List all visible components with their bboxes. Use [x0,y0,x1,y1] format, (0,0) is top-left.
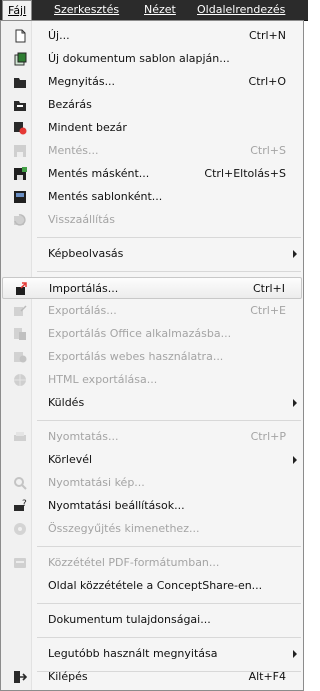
menu-item-print[interactable]: Nyomtatás... Ctrl+P [2,426,302,448]
menu-separator [37,237,301,238]
menu-item-label: Küldés [48,396,85,409]
export-office-icon [14,328,26,340]
new-document-icon [15,29,26,43]
save-icon [14,145,26,157]
menu-item-close[interactable]: Bezárás [2,94,302,116]
submenu-arrow-icon [293,650,297,658]
menu-item-label: Dokumentum tulajdonságai... [48,613,211,626]
menu-edit[interactable]: Szerkesztés [54,0,119,20]
menu-item-label: Megnyitás... [48,75,116,88]
menu-separator [37,603,301,604]
menu-item-print-preview[interactable]: Nyomtatási kép... [2,472,302,494]
menu-item-scan[interactable]: Képbeolvasás [2,243,302,265]
close-document-icon [14,101,26,111]
export-icon [14,305,27,316]
file-menu-dropdown: Új... Ctrl+N Új dokumentum sablon alapjá… [0,20,304,691]
menu-item-label: Mentés sablonként... [48,190,163,203]
publish-pdf-icon [14,558,26,568]
menu-item-label: Exportálás... [48,304,117,317]
menu-view[interactable]: Nézet [144,0,176,20]
menu-item-shortcut: Ctrl+S [250,144,286,157]
export-html-icon [14,374,26,386]
menu-bar: Fájl Szerkesztés Nézet Oldalelrendezés [0,0,308,21]
menu-item-label: Mindent bezár [48,121,127,134]
menu-item-publish-conceptshare[interactable]: Oldal közzététele a ConceptShare-en... [2,575,302,597]
menu-item-send[interactable]: Küldés [2,392,302,414]
menu-item-label: Nyomtatási beállítások... [48,499,185,512]
menu-item-label: Új dokumentum sablon alapján... [48,52,230,65]
menu-item-document-properties[interactable]: Dokumentum tulajdonságai... [2,609,302,631]
menu-file[interactable]: Fájl [2,0,33,20]
exit-icon [14,671,27,683]
menu-item-label: Bezárás [48,98,92,111]
new-from-template-icon [14,52,27,66]
menu-item-label: Kilépés [48,670,88,683]
revert-icon [14,214,26,226]
menu-item-label: Exportálás webes használatra... [48,350,224,363]
menu-item-label: Mentés másként... [48,167,150,180]
menu-item-import[interactable]: Importálás... Ctrl+I [2,277,302,299]
export-web-icon [14,352,27,363]
submenu-arrow-icon [293,399,297,407]
menu-item-open[interactable]: Megnyitás... Ctrl+O [2,71,302,93]
menu-item-shortcut: Ctrl+O [248,75,286,88]
save-as-icon [14,167,27,180]
collect-output-icon [14,523,26,535]
menu-item-collect-output[interactable]: Összegyűjtés kimenethez... [2,518,302,540]
menu-separator [37,546,301,547]
menu-item-export[interactable]: Exportálás... Ctrl+E [2,300,302,322]
menu-item-publish-pdf[interactable]: Közzététel PDF-formátumban... [2,552,302,574]
menu-item-print-setup[interactable]: ? Nyomtatási beállítások... [2,495,302,517]
menu-item-label: Új... [48,29,70,42]
menu-page-layout[interactable]: Oldalelrendezés [197,0,285,20]
print-icon [14,432,26,441]
submenu-arrow-icon [293,456,297,464]
menu-item-label: Visszaállítás [48,213,116,226]
menu-item-save[interactable]: Mentés... Ctrl+S [2,140,302,162]
menu-item-new-from-template[interactable]: Új dokumentum sablon alapján... [2,48,302,70]
menu-item-label: Exportálás Office alkalmazásba... [48,327,232,340]
menu-item-label: Közzététel PDF-formátumban... [48,556,220,569]
save-as-template-icon [14,191,26,203]
menu-separator [37,271,301,272]
menu-item-shortcut: Ctrl+I [252,282,285,295]
menu-item-label: Oldal közzététele a ConceptShare-en... [48,579,263,592]
import-icon [16,282,27,295]
menu-item-save-as[interactable]: Mentés másként... Ctrl+Eltolás+S [2,163,302,185]
menu-item-label: Összegyűjtés kimenethez... [48,522,200,535]
submenu-arrow-icon [293,250,297,258]
print-preview-icon [14,477,27,490]
menu-separator [37,637,301,638]
menu-item-save-as-template[interactable]: Mentés sablonként... [2,186,302,208]
menu-item-shortcut: Ctrl+N [248,29,286,42]
menu-separator [37,420,301,421]
menu-item-label: Nyomtatási kép... [48,476,145,489]
menu-item-shortcut: Ctrl+Eltolás+S [204,167,286,180]
open-folder-icon [14,78,26,88]
menu-item-open-recent[interactable]: Legutóbb használt megnyitása [2,643,302,665]
menu-item-label: Importálás... [49,282,119,295]
menu-item-exit[interactable]: Kilépés Alt+F4 [2,666,302,688]
menu-item-close-all[interactable]: Mindent bezár [2,117,302,139]
menu-item-label: Körlevél [48,453,93,466]
menu-item-shortcut: Alt+F4 [248,670,286,683]
menu-item-new[interactable]: Új... Ctrl+N [2,25,302,47]
menu-item-label: Nyomtatás... [48,430,119,443]
menu-item-label: HTML exportálása... [48,373,158,386]
close-all-icon [14,122,27,135]
menu-item-export-html[interactable]: HTML exportálása... [2,369,302,391]
menu-item-mail-merge[interactable]: Körlevél [2,449,302,471]
menu-item-label: Képbeolvasás [48,247,124,260]
menu-item-shortcut: Ctrl+E [250,304,286,317]
menu-item-shortcut: Ctrl+P [250,430,286,443]
print-setup-icon: ? [14,499,27,511]
menu-item-export-office[interactable]: Exportálás Office alkalmazásba... [2,323,302,345]
menu-item-revert[interactable]: Visszaállítás [2,209,302,231]
menu-item-label: Legutóbb használt megnyitása [48,647,218,660]
menu-item-export-web[interactable]: Exportálás webes használatra... [2,346,302,368]
menu-item-label: Mentés... [48,144,99,157]
svg-text:?: ? [22,499,27,509]
